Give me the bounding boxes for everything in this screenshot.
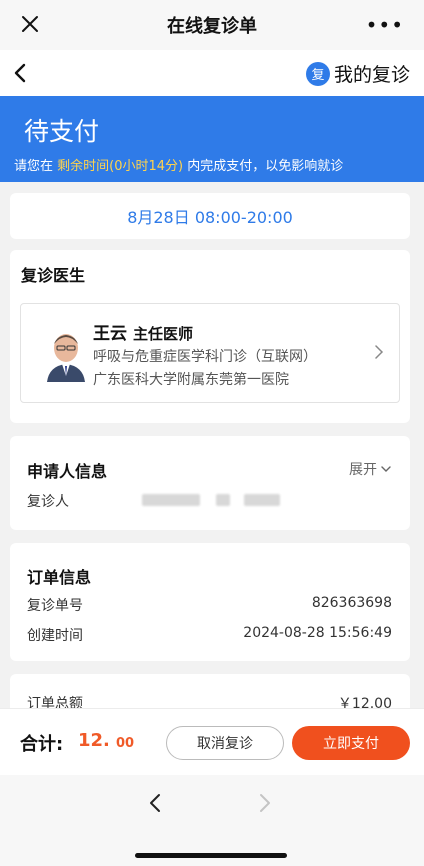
redacted-patient-name bbox=[142, 494, 200, 506]
payment-status: 待支付 bbox=[24, 117, 100, 146]
brand-logo-icon: 复 bbox=[305, 61, 330, 86]
doctor-name: 王云 bbox=[93, 324, 127, 344]
chevron-right-icon bbox=[375, 345, 384, 359]
created-time-label: 创建时间 bbox=[27, 628, 83, 644]
applicant-section-title: 申请人信息 bbox=[27, 462, 108, 481]
redacted-patient-age bbox=[244, 494, 280, 506]
order-section-title: 订单信息 bbox=[27, 568, 92, 587]
status-banner: 待支付 请您在 剩余时间(0小时14分) 内完成支付，以免影响就诊 bbox=[0, 96, 424, 182]
notice-prefix: 请您在 bbox=[14, 159, 54, 174]
browser-toolbar bbox=[0, 775, 424, 866]
browser-forward-icon[interactable] bbox=[258, 792, 272, 814]
back-icon[interactable] bbox=[10, 62, 32, 84]
checkout-bar: 合计: 12. 00 取消复诊 立即支付 bbox=[0, 708, 424, 775]
cancel-followup-button[interactable]: 取消复诊 bbox=[166, 726, 284, 760]
doctor-name-line: 王云 主任医师 bbox=[93, 319, 193, 344]
order-number-label: 复诊单号 bbox=[27, 598, 83, 614]
sum-amount-integer: 12. bbox=[78, 730, 110, 751]
title-bar: 在线复诊单 ••• bbox=[0, 0, 424, 50]
more-icon[interactable]: ••• bbox=[366, 13, 404, 37]
expand-button[interactable]: 展开 bbox=[349, 459, 392, 479]
applicant-card: 申请人信息 展开 复诊人 bbox=[10, 436, 410, 530]
close-icon[interactable] bbox=[18, 12, 42, 36]
doctor-section-title: 复诊医生 bbox=[21, 266, 86, 285]
doctor-title: 主任医师 bbox=[133, 325, 194, 343]
notice-suffix: 内完成支付，以免影响就诊 bbox=[187, 159, 344, 174]
home-indicator bbox=[135, 853, 287, 858]
expand-label: 展开 bbox=[349, 462, 377, 478]
redacted-patient-gender bbox=[216, 494, 230, 506]
doctor-card: 复诊医生 王云 主任医师 呼吸与危重症医学科门诊（互联网） 广东医科大学附属东莞第… bbox=[10, 250, 410, 423]
window-title: 在线复诊单 bbox=[167, 16, 257, 37]
appointment-time-card: 8月28日 08:00-20:00 bbox=[10, 193, 410, 239]
sum-amount-decimal: 00 bbox=[116, 736, 135, 751]
patient-label: 复诊人 bbox=[27, 494, 69, 510]
doctor-hospital: 广东医科大学附属东莞第一医院 bbox=[93, 372, 289, 388]
order-info-card: 订单信息 复诊单号 826363698 创建时间 2024-08-28 15:5… bbox=[10, 543, 410, 661]
brand-name: 我的复诊 bbox=[333, 64, 410, 86]
payment-notice: 请您在 剩余时间(0小时14分) 内完成支付，以免影响就诊 bbox=[14, 155, 343, 174]
doctor-department: 呼吸与危重症医学科门诊（互联网） bbox=[93, 349, 317, 365]
my-followup-link[interactable]: 复 我的复诊 bbox=[305, 60, 410, 87]
pay-now-button[interactable]: 立即支付 bbox=[292, 726, 410, 760]
browser-back-icon[interactable] bbox=[148, 792, 162, 814]
doctor-avatar bbox=[39, 326, 93, 382]
appointment-time: 8月28日 08:00-20:00 bbox=[127, 208, 293, 227]
nav-bar: 复 我的复诊 bbox=[0, 50, 424, 96]
chevron-down-icon bbox=[381, 466, 391, 472]
created-time-value: 2024-08-28 15:56:49 bbox=[243, 625, 392, 641]
order-number-value: 826363698 bbox=[311, 595, 392, 611]
remaining-time: 剩余时间(0小时14分) bbox=[57, 159, 184, 174]
doctor-info-box[interactable]: 王云 主任医师 呼吸与危重症医学科门诊（互联网） 广东医科大学附属东莞第一医院 bbox=[20, 303, 400, 403]
sum-label: 合计: bbox=[20, 734, 64, 755]
